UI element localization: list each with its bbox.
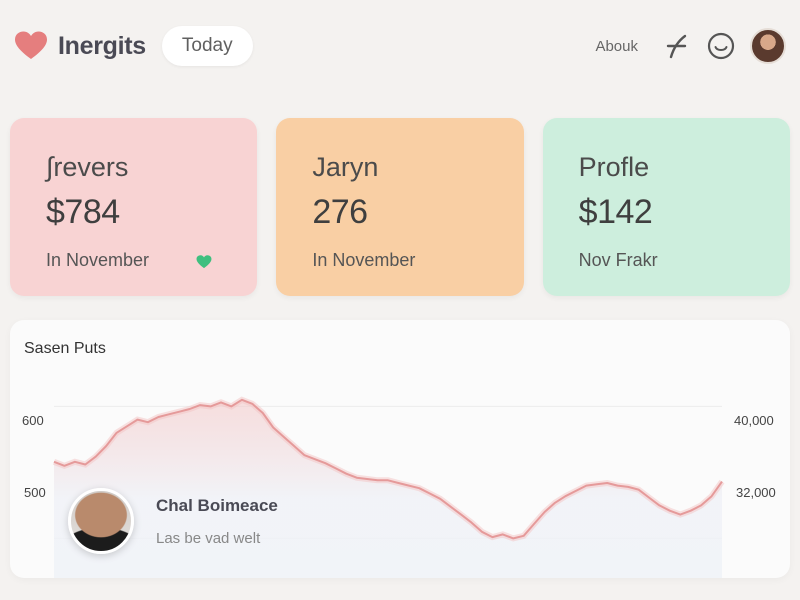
card-subtitle: In November [312, 250, 416, 270]
user-avatar[interactable] [750, 28, 786, 64]
user-info: Chal Boimeace Las be vad welt [156, 496, 278, 547]
user-avatar[interactable] [68, 488, 134, 554]
card-title: Profle [578, 152, 650, 182]
feather-icon[interactable] [662, 31, 692, 61]
about-link[interactable]: Abouk [595, 38, 638, 55]
y-tick-left: 600 [22, 413, 44, 428]
summary-card[interactable]: ∫revers $784 In November [10, 118, 258, 296]
chart-panel: Sasen Puts 600 500 40,000 32,000 Chal Bo… [10, 320, 790, 578]
user-subtitle: Las be vad welt [156, 529, 261, 547]
heart-logo-icon [14, 31, 48, 61]
y-tick-right: 40,000 [734, 413, 774, 428]
summary-card[interactable]: Jaryn 276 In November [276, 118, 524, 296]
card-title: ∫revers [46, 152, 129, 182]
y-tick-left: 500 [24, 485, 46, 500]
card-title: Jaryn [312, 152, 379, 182]
card-value: $142 [578, 193, 653, 231]
period-selector[interactable]: Today [161, 26, 253, 66]
card-value: $784 [46, 193, 120, 231]
user-chip[interactable]: Chal Boimeace Las be vad welt [68, 488, 278, 554]
y-tick-right: 32,000 [736, 485, 776, 500]
chart-title: Sasen Puts [24, 340, 106, 357]
app-title: Inergits [58, 31, 146, 60]
top-bar: Inergits Today Abouk [0, 0, 800, 92]
smile-icon[interactable] [706, 31, 736, 61]
card-subtitle: Nov Frakr [578, 250, 658, 270]
user-name: Chal Boimeace [156, 495, 278, 515]
card-subtitle: In November [46, 250, 150, 270]
top-right-actions: Abouk [595, 28, 786, 64]
heart-icon [196, 255, 212, 274]
summary-cards: ∫revers $784 In November Jaryn 276 In No… [10, 118, 790, 296]
summary-card[interactable]: Profle $142 Nov Frakr [542, 118, 790, 296]
card-value: 276 [312, 193, 368, 231]
